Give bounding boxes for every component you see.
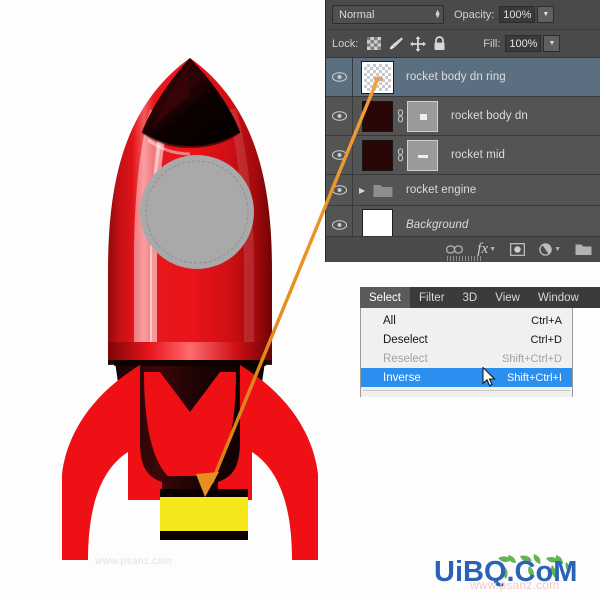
fill-dropdown-arrow-icon[interactable]: ▼ — [543, 35, 561, 52]
menubar-item-select[interactable]: Select — [360, 287, 410, 308]
link-layers-icon[interactable] — [446, 244, 464, 255]
layers-panel-footer: fx ▼ ▼ — [326, 236, 600, 262]
layer-thumbnail-area[interactable] — [353, 60, 394, 94]
watermark-small-text: www.psanz.com — [95, 556, 173, 567]
lock-label: Lock: — [332, 37, 359, 50]
chevron-updown-icon: ▲ ▼ — [434, 8, 441, 20]
group-expand-chevron-icon[interactable]: ▶ — [359, 186, 371, 195]
blend-mode-select[interactable]: Normal ▲ ▼ — [332, 5, 444, 24]
opacity-dropdown-arrow-icon[interactable]: ▼ — [537, 6, 555, 23]
layer-thumbnail-area[interactable] — [353, 139, 438, 171]
menubar-item-window[interactable]: Window — [529, 287, 588, 308]
blend-options-row: Normal ▲ ▼ Opacity: 100% ▼ — [326, 0, 600, 30]
menubar-item-filter[interactable]: Filter — [410, 287, 454, 308]
menu-item-shortcut: Ctrl+D — [530, 333, 562, 346]
menubar-item-3d[interactable]: 3D — [454, 287, 487, 308]
layer-name-label[interactable]: Background — [406, 219, 468, 231]
link-mask-icon[interactable] — [393, 148, 407, 162]
layer-thumbnail-image[interactable] — [362, 139, 393, 171]
menu-item-label: All — [383, 314, 396, 327]
menu-item-inverse[interactable]: Inverse Shift+Ctrl+I — [361, 368, 572, 387]
menu-item-label: Reselect — [383, 352, 428, 365]
layer-name-label[interactable]: rocket body dn ring — [406, 71, 506, 83]
watermark-sub-text: www.psanz.com — [470, 578, 560, 592]
menu-item-all[interactable]: All Ctrl+A — [361, 311, 572, 330]
lock-all-icon[interactable] — [431, 36, 448, 52]
panel-resize-grip[interactable] — [446, 256, 481, 261]
select-menu-container: Select Filter 3D View Window All Ctrl+A … — [360, 287, 600, 397]
blend-mode-value: Normal — [339, 8, 375, 21]
opacity-value[interactable]: 100% — [499, 6, 536, 23]
layer-visibility-eye-icon[interactable] — [326, 136, 353, 174]
adjustment-layer-icon[interactable]: ▼ — [539, 243, 561, 256]
menu-item-deselect[interactable]: Deselect Ctrl+D — [361, 330, 572, 349]
layer-list: rocket body dn ring rocket body dn rocke… — [326, 58, 600, 244]
screenshot-canvas: Normal ▲ ▼ Opacity: 100% ▼ Lock: Fill: 1… — [0, 0, 600, 600]
layer-mask-thumbnail[interactable] — [407, 100, 438, 132]
layer-row-rocket-mid[interactable]: rocket mid — [326, 136, 600, 175]
layers-panel: Normal ▲ ▼ Opacity: 100% ▼ Lock: Fill: 1… — [325, 0, 600, 262]
menubar-item-view[interactable]: View — [486, 287, 529, 308]
lock-options-row: Lock: Fill: 100% ▼ — [326, 30, 600, 58]
brush-lock-icon[interactable] — [387, 36, 404, 52]
link-mask-icon[interactable] — [393, 109, 407, 123]
menu-item-label: Inverse — [383, 371, 421, 384]
menu-item-label: Deselect — [383, 333, 428, 346]
fill-value[interactable]: 100% — [505, 35, 542, 52]
engine-top-edge — [114, 360, 266, 366]
layer-mask-thumbnail[interactable] — [407, 139, 438, 171]
select-menu-dropdown: All Ctrl+A Deselect Ctrl+D Reselect Shif… — [360, 308, 573, 397]
menu-item-reselect: Reselect Shift+Ctrl+D — [361, 349, 572, 368]
move-lock-icon[interactable] — [409, 35, 426, 52]
rocket-window — [140, 155, 254, 269]
layer-row-rocket-engine-group[interactable]: ▶ rocket engine — [326, 175, 600, 206]
new-group-folder-icon[interactable] — [575, 243, 592, 256]
menu-item-shortcut: Shift+Ctrl+D — [502, 352, 562, 365]
layer-group-folder-icon[interactable] — [373, 183, 393, 198]
layer-visibility-eye-icon[interactable] — [326, 175, 353, 205]
layer-thumbnail-transparent[interactable] — [361, 60, 394, 94]
layer-row-rocket-body-dn-ring[interactable]: rocket body dn ring — [326, 58, 600, 97]
fill-label: Fill: — [483, 37, 501, 50]
menu-item-shortcut: Shift+Ctrl+I — [506, 371, 562, 384]
layer-thumbnail-image[interactable] — [362, 100, 393, 132]
menu-item-shortcut: Ctrl+A — [531, 314, 562, 327]
rocket-illustration — [62, 58, 318, 560]
layer-name-label[interactable]: rocket engine — [406, 184, 476, 196]
transparency-lock-icon[interactable] — [365, 36, 382, 52]
layer-name-label[interactable]: rocket body dn — [451, 110, 528, 122]
layer-name-label[interactable]: rocket mid — [451, 149, 505, 161]
menu-separator — [363, 390, 570, 391]
layer-visibility-eye-icon[interactable] — [326, 58, 353, 96]
menu-item-all-layers[interactable]: All L Alt+Ctrl+A — [361, 394, 572, 397]
layer-visibility-eye-icon[interactable] — [326, 97, 353, 135]
mouse-cursor-icon — [482, 367, 496, 387]
opacity-label: Opacity: — [454, 8, 495, 21]
application-menubar: Select Filter 3D View Window — [360, 287, 600, 308]
layer-row-rocket-body-dn[interactable]: rocket body dn — [326, 97, 600, 136]
add-layer-mask-icon[interactable] — [510, 243, 526, 256]
rocket-nozzle — [160, 489, 248, 540]
layer-thumbnail-area[interactable] — [353, 100, 438, 132]
